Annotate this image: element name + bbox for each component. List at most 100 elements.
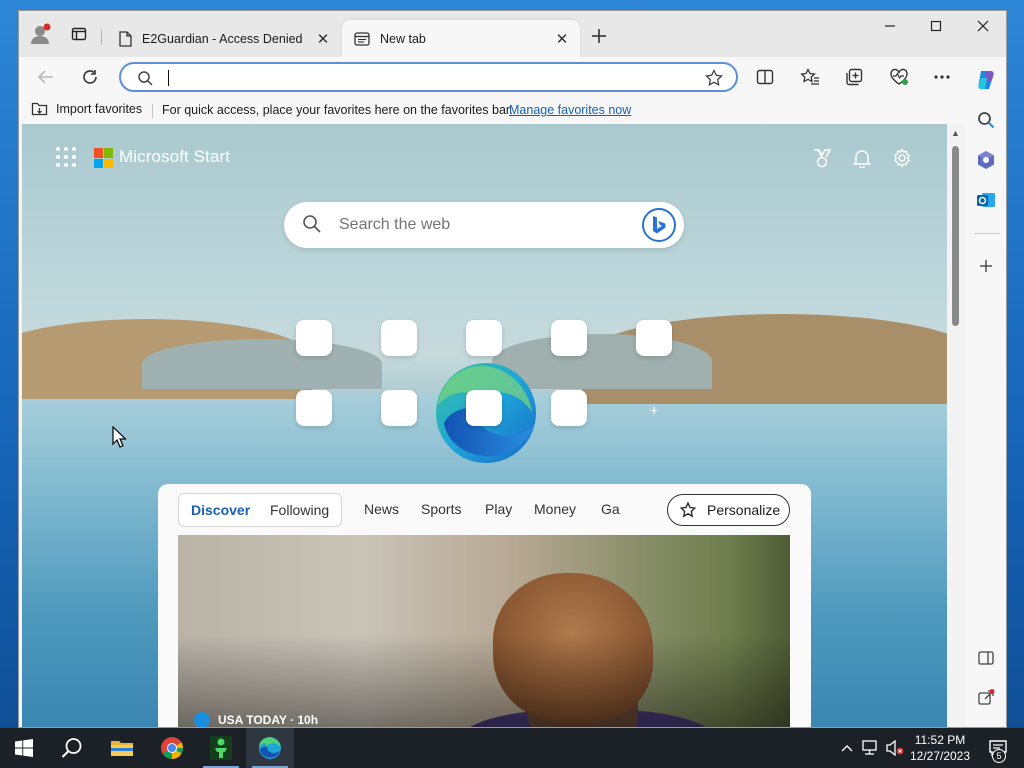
settings-more-button[interactable] bbox=[927, 62, 957, 92]
more-dots-icon bbox=[934, 75, 950, 79]
plus-icon bbox=[592, 29, 606, 43]
sidebar-settings-button[interactable] bbox=[971, 721, 1001, 727]
new-tab-button[interactable] bbox=[585, 23, 613, 49]
favorite-star-icon[interactable] bbox=[705, 69, 723, 87]
taskbar-file-explorer[interactable] bbox=[98, 728, 146, 768]
search-icon bbox=[303, 215, 321, 233]
personalize-button[interactable]: Personalize bbox=[667, 494, 790, 526]
minimize-button[interactable] bbox=[867, 11, 913, 41]
close-tab-icon[interactable]: ✕ bbox=[315, 31, 331, 48]
quick-link-tile[interactable] bbox=[296, 390, 332, 426]
sidebar-add-button[interactable] bbox=[971, 251, 1001, 281]
quick-link-tile[interactable] bbox=[551, 390, 587, 426]
app-launcher-icon[interactable] bbox=[55, 146, 77, 168]
news-card-image[interactable]: USA TODAY · 10h bbox=[178, 535, 790, 727]
quick-link-tile[interactable] bbox=[551, 320, 587, 356]
news-feed-panel: Discover Following News Sports Play Mone… bbox=[158, 484, 811, 727]
refresh-button[interactable] bbox=[75, 62, 105, 92]
tab-title: New tab bbox=[380, 31, 426, 46]
split-screen-icon bbox=[756, 69, 774, 85]
bing-icon bbox=[653, 216, 666, 234]
tab-news[interactable]: News bbox=[364, 501, 399, 517]
page-scrollbar[interactable]: ▲ bbox=[947, 124, 965, 727]
back-arrow-icon bbox=[37, 70, 53, 84]
profile-button[interactable] bbox=[26, 19, 56, 49]
edge-sidebar bbox=[965, 57, 1006, 727]
sparkle-star-icon bbox=[679, 501, 697, 518]
news-source[interactable]: USA TODAY · 10h bbox=[194, 712, 318, 727]
tab-sports[interactable]: Sports bbox=[421, 501, 461, 517]
close-window-button[interactable] bbox=[960, 11, 1006, 41]
background-hill-far-left bbox=[142, 339, 382, 389]
quick-link-tile[interactable] bbox=[636, 320, 672, 356]
brand-name[interactable]: Microsoft Start bbox=[119, 147, 230, 167]
maximize-button[interactable] bbox=[913, 11, 959, 41]
tab-new-tab[interactable]: New tab ✕ bbox=[342, 20, 580, 57]
tab-games[interactable]: Ga bbox=[601, 501, 620, 517]
quick-link-tile[interactable] bbox=[381, 390, 417, 426]
search-icon bbox=[138, 71, 153, 86]
plus-icon bbox=[980, 260, 992, 272]
notification-count-badge: 5 bbox=[992, 749, 1006, 763]
show-hidden-icons-button[interactable] bbox=[836, 728, 858, 768]
back-button[interactable] bbox=[31, 62, 61, 92]
collections-button[interactable] bbox=[839, 62, 869, 92]
bing-chat-button[interactable] bbox=[642, 208, 676, 242]
start-button[interactable] bbox=[0, 728, 48, 768]
scrollbar-thumb[interactable] bbox=[952, 146, 959, 326]
heart-pulse-icon bbox=[890, 68, 908, 85]
close-tab-icon[interactable]: ✕ bbox=[554, 31, 570, 48]
chevron-up-icon bbox=[841, 745, 853, 752]
folder-icon bbox=[111, 741, 133, 756]
windows-logo-icon bbox=[15, 739, 33, 757]
split-screen-button[interactable] bbox=[750, 62, 780, 92]
taskbar-edge[interactable] bbox=[246, 728, 294, 768]
favorites-bar: Import favorites For quick access, place… bbox=[19, 97, 1006, 124]
bell-icon bbox=[853, 150, 871, 168]
web-search-input[interactable] bbox=[339, 214, 619, 236]
refresh-icon bbox=[83, 70, 97, 84]
notifications-button[interactable] bbox=[848, 144, 876, 172]
import-folder-icon bbox=[31, 102, 48, 116]
search-button[interactable] bbox=[48, 728, 96, 768]
close-icon bbox=[977, 20, 989, 32]
tab-money[interactable]: Money bbox=[534, 501, 576, 517]
manage-favorites-link[interactable]: Manage favorites now bbox=[509, 103, 631, 117]
quick-link-tile[interactable] bbox=[381, 320, 417, 356]
browser-essentials-button[interactable] bbox=[884, 62, 914, 92]
rewards-button[interactable] bbox=[808, 144, 836, 172]
network-status-button[interactable] bbox=[860, 728, 882, 768]
sidebar-tools-button[interactable] bbox=[971, 145, 1001, 175]
system-clock[interactable]: 11:52 PM 12/27/2023 bbox=[906, 732, 974, 764]
sidebar-outlook-button[interactable] bbox=[971, 185, 1001, 215]
browser-window: E2Guardian - Access Denied ✕ New tab ✕ I… bbox=[18, 10, 1007, 728]
search-icon bbox=[61, 738, 82, 758]
tab-play[interactable]: Play bbox=[485, 501, 512, 517]
sidebar-separator bbox=[974, 233, 1000, 234]
scroll-up-arrow-icon[interactable]: ▲ bbox=[951, 128, 960, 138]
taskbar-app-green[interactable] bbox=[197, 728, 245, 768]
tab-actions-button[interactable] bbox=[64, 19, 94, 49]
favorites-button[interactable] bbox=[795, 62, 825, 92]
quick-link-tile[interactable] bbox=[296, 320, 332, 356]
tab-e2guardian[interactable]: E2Guardian - Access Denied ✕ bbox=[106, 20, 341, 57]
add-site-icon[interactable]: + bbox=[650, 402, 658, 418]
open-external-button[interactable] bbox=[971, 683, 1001, 713]
address-bar[interactable] bbox=[119, 62, 738, 92]
tab-discover[interactable]: Discover bbox=[191, 502, 250, 518]
tab-following[interactable]: Following bbox=[270, 502, 329, 518]
import-favorites-button[interactable]: Import favorites bbox=[31, 101, 142, 116]
hide-sidebar-button[interactable] bbox=[971, 643, 1001, 673]
tab-separator bbox=[101, 29, 102, 45]
address-input[interactable] bbox=[165, 68, 685, 88]
copilot-button[interactable] bbox=[971, 65, 1001, 95]
quick-link-tile[interactable] bbox=[466, 390, 502, 426]
taskbar-chrome[interactable] bbox=[148, 728, 196, 768]
sidebar-search-button[interactable] bbox=[971, 105, 1001, 135]
volume-button[interactable] bbox=[884, 728, 906, 768]
clock-date: 12/27/2023 bbox=[909, 749, 971, 763]
new-tab-page-icon bbox=[354, 31, 370, 46]
quick-link-tile[interactable] bbox=[466, 320, 502, 356]
web-search-box[interactable] bbox=[284, 202, 684, 248]
page-settings-button[interactable] bbox=[888, 144, 916, 172]
